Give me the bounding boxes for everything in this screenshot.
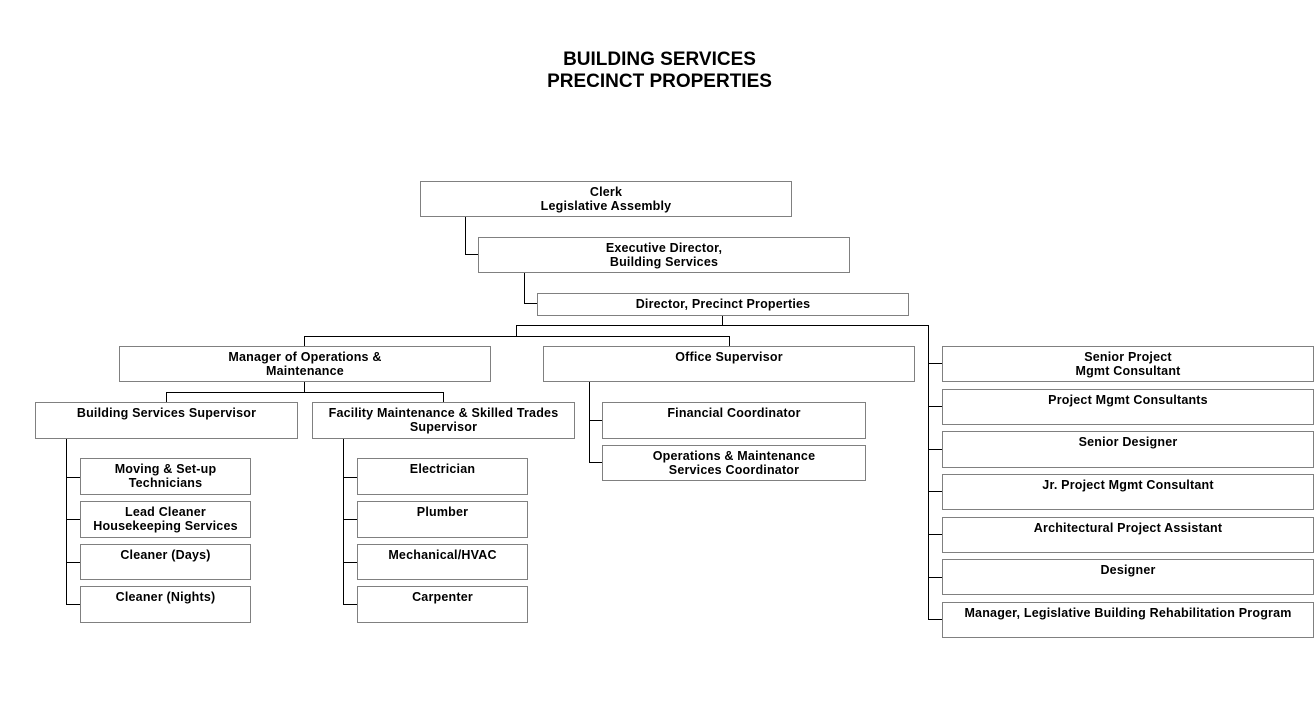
connector-line — [524, 303, 537, 304]
box-label: Services Coordinator — [668, 463, 800, 477]
connector-line — [166, 392, 167, 402]
box-label: Lead Cleaner — [125, 505, 206, 519]
box-label: Senior Project — [1084, 350, 1172, 364]
box-label: Facility Maintenance & Skilled Trades — [328, 406, 559, 420]
connector-line — [343, 519, 357, 520]
box-label: Electrician — [409, 462, 476, 476]
connector-line — [66, 519, 80, 520]
connector-line — [589, 381, 590, 463]
connector-line — [166, 392, 444, 393]
connector-line — [465, 216, 466, 255]
connector-line — [928, 534, 942, 535]
box-label: Senior Designer — [1078, 435, 1178, 449]
box-label: Office Supervisor — [675, 350, 783, 364]
box-label: Cleaner (Nights) — [115, 590, 216, 604]
org-box-plumber: Plumber — [357, 501, 528, 538]
box-label: Executive Director, — [605, 241, 723, 255]
connector-line — [928, 491, 942, 492]
connector-line — [443, 392, 444, 402]
org-box-pm-consultants: Project Mgmt Consultants — [942, 389, 1314, 425]
org-box-director: Director, Precinct Properties — [537, 293, 909, 316]
org-box-cleaner-days: Cleaner (Days) — [80, 544, 251, 580]
box-label: Clerk — [589, 185, 623, 199]
connector-line — [524, 272, 525, 304]
box-label: Manager, Legislative Building Rehabilita… — [964, 606, 1292, 620]
box-label: Building Services — [609, 255, 719, 269]
org-box-office-supervisor: Office Supervisor — [543, 346, 915, 382]
org-box-moving-technicians: Moving & Set-up Technicians — [80, 458, 251, 495]
chart-title: BUILDING SERVICES PRECINCT PROPERTIES — [0, 49, 1314, 93]
org-box-carpenter: Carpenter — [357, 586, 528, 623]
box-label: Building Services Supervisor — [76, 406, 257, 420]
org-box-jr-pm-consultant: Jr. Project Mgmt Consultant — [942, 474, 1314, 510]
box-label: Legislative Assembly — [540, 199, 672, 213]
box-label: Financial Coordinator — [667, 406, 801, 420]
connector-line — [928, 406, 942, 407]
connector-line — [66, 604, 80, 605]
connector-line — [66, 562, 80, 563]
org-box-executive-director: Executive Director, Building Services — [478, 237, 850, 273]
org-box-designer: Designer — [942, 559, 1314, 595]
connector-line — [729, 336, 730, 346]
box-label: Jr. Project Mgmt Consultant — [1042, 478, 1214, 492]
box-label: Carpenter — [412, 590, 473, 604]
connector-line — [343, 562, 357, 563]
connector-line — [304, 336, 305, 346]
title-line-1: BUILDING SERVICES — [563, 49, 756, 70]
connector-line — [928, 325, 929, 620]
org-box-mechanical-hvac: Mechanical/HVAC — [357, 544, 528, 580]
org-box-clerk: Clerk Legislative Assembly — [420, 181, 792, 217]
box-label: Operations & Maintenance — [652, 449, 816, 463]
org-box-manager-operations: Manager of Operations & Maintenance — [119, 346, 491, 382]
box-label: Housekeeping Services — [93, 519, 238, 533]
box-label: Maintenance — [266, 364, 344, 378]
org-box-senior-pm-consultant: Senior Project Mgmt Consultant — [942, 346, 1314, 382]
org-box-lead-cleaner: Lead Cleaner Housekeeping Services — [80, 501, 251, 538]
connector-line — [516, 325, 929, 326]
connector-line — [304, 336, 730, 337]
box-label: Director, Precinct Properties — [635, 297, 811, 311]
org-box-senior-designer: Senior Designer — [942, 431, 1314, 468]
box-label: Technicians — [128, 476, 203, 490]
box-label: Mgmt Consultant — [1075, 364, 1181, 378]
connector-line — [928, 577, 942, 578]
org-box-architectural-project-assistant: Architectural Project Assistant — [942, 517, 1314, 553]
connector-line — [589, 420, 602, 421]
org-box-building-services-supervisor: Building Services Supervisor — [35, 402, 298, 439]
org-box-financial-coordinator: Financial Coordinator — [602, 402, 866, 439]
box-label: Designer — [1100, 563, 1156, 577]
box-label: Architectural Project Assistant — [1033, 521, 1223, 535]
connector-line — [928, 363, 942, 364]
connector-line — [66, 438, 67, 605]
connector-line — [589, 462, 602, 463]
box-label: Supervisor — [409, 420, 478, 434]
org-box-electrician: Electrician — [357, 458, 528, 495]
connector-line — [928, 619, 942, 620]
box-label: Mechanical/HVAC — [388, 548, 497, 562]
connector-line — [928, 449, 942, 450]
connector-line — [343, 438, 344, 605]
title-line-2: PRECINCT PROPERTIES — [547, 71, 772, 92]
org-box-facility-supervisor: Facility Maintenance & Skilled Trades Su… — [312, 402, 575, 439]
org-box-manager-rehabilitation-program: Manager, Legislative Building Rehabilita… — [942, 602, 1314, 638]
box-label: Project Mgmt Consultants — [1048, 393, 1208, 407]
org-box-om-services-coordinator: Operations & Maintenance Services Coordi… — [602, 445, 866, 481]
box-label: Plumber — [416, 505, 469, 519]
connector-line — [343, 477, 357, 478]
connector-line — [465, 254, 478, 255]
org-box-cleaner-nights: Cleaner (Nights) — [80, 586, 251, 623]
box-label: Moving & Set-up — [114, 462, 217, 476]
connector-line — [66, 477, 80, 478]
box-label: Cleaner (Days) — [120, 548, 211, 562]
box-label: Manager of Operations & — [228, 350, 382, 364]
connector-line — [343, 604, 357, 605]
